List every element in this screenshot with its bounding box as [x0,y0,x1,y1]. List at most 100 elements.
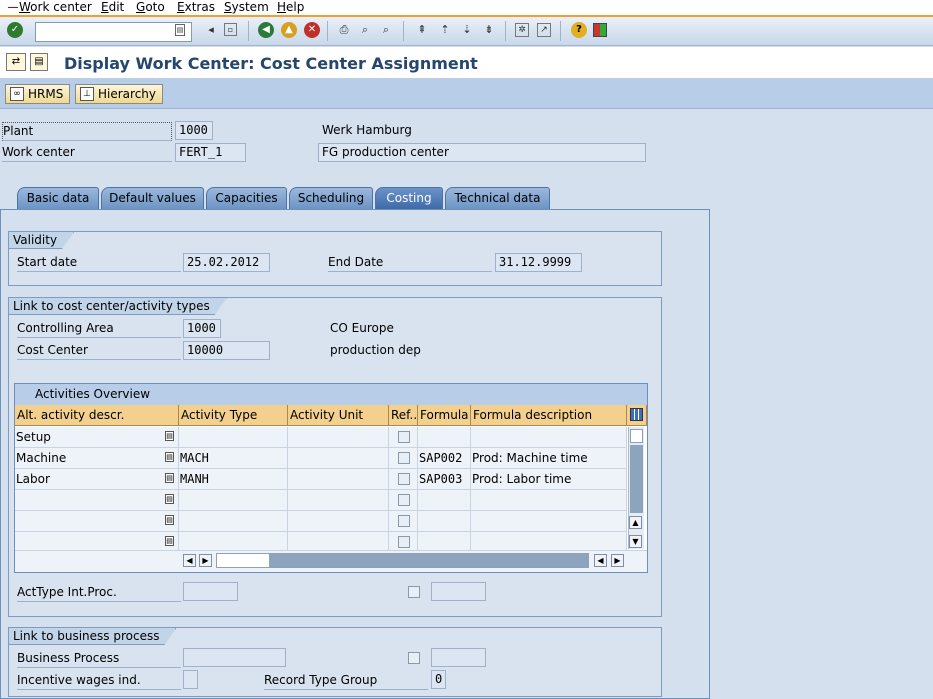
reference-checkbox[interactable] [398,452,410,464]
exit-icon[interactable]: ▲ [281,22,297,38]
scroll-right-end-icon[interactable]: ▶ [611,554,624,567]
reference-checkbox[interactable] [398,473,410,485]
cell-formula-description [471,511,627,532]
scroll-down-icon[interactable]: ▼ [629,535,642,548]
cell-formula-description: Prod: Labor time [471,469,627,490]
menu-dash-icon [8,7,18,8]
scroll-left-end-icon[interactable]: ◀ [594,554,607,567]
cell-activity-type: MANH [179,469,288,490]
cell-activity-type [179,427,288,448]
reference-checkbox[interactable] [398,494,410,506]
horizontal-scrollbar[interactable] [216,553,589,568]
business-process-checkbox[interactable] [408,652,420,664]
column-header-formula[interactable]: Formula ... [418,405,471,426]
menu-system[interactable]: System [224,0,269,15]
menu-help[interactable]: Help [277,0,304,15]
record-type-group-label: Record Type Group [264,672,428,690]
end-date-label: End Date [328,254,492,272]
tab-technical-data[interactable]: Technical data [445,187,550,209]
command-field[interactable] [35,22,192,42]
tab-default-values[interactable]: Default values [101,187,204,209]
column-header-activity-type[interactable]: Activity Type [179,405,288,426]
start-date-label: Start date [17,254,181,272]
cell-alt-activity[interactable] [15,490,179,511]
cell-activity-unit [288,427,389,448]
cell-formula-description [471,427,627,448]
tab-capacities[interactable]: Capacities [206,187,287,209]
menu-edit[interactable]: Edit [101,0,124,15]
reference-checkbox[interactable] [398,515,410,527]
tab-basic-data[interactable]: Basic data [17,187,99,209]
cell-alt-activity[interactable] [15,511,179,532]
acttype-checkbox[interactable] [408,586,420,598]
hierarchy-button[interactable]: ⊥ Hierarchy [75,84,164,104]
back-arrow-icon[interactable]: ◂ [203,22,219,38]
value-help-icon[interactable]: ▤ [165,515,174,525]
cell-formula [418,427,471,448]
business-process-label: Business Process [17,650,181,668]
table-vertical-scrollbar[interactable] [628,427,644,549]
previous-page-icon[interactable]: ⇡ [437,22,453,38]
menu-work-center[interactable]: Work center [19,0,92,15]
acttype-int-proc-label: ActType Int.Proc. [17,584,181,602]
help-icon[interactable]: ? [571,22,587,38]
cell-formula [418,490,471,511]
layout-menu-icon[interactable] [593,23,607,37]
value-help-icon[interactable]: ▤ [165,494,174,504]
cell-alt-activity[interactable]: Labor [15,469,179,490]
scroll-left-icon[interactable]: ◀ [183,554,196,567]
value-help-icon[interactable]: ▤ [165,431,174,441]
acttype-int-proc-field [183,582,238,601]
reference-checkbox[interactable] [398,536,410,548]
command-dropdown-icon[interactable]: ▤ [175,24,185,36]
enter-icon[interactable]: ✓ [7,22,23,38]
shortcut-icon[interactable]: ↗ [537,23,551,37]
save-icon[interactable]: ▫ [224,23,237,36]
tab-costing[interactable]: Costing [375,187,443,209]
cell-activity-unit [288,490,389,511]
menu-extras[interactable]: Extras [177,0,215,15]
new-session-icon[interactable]: ✲ [515,23,529,37]
value-help-icon[interactable]: ▤ [165,452,174,462]
find-icon[interactable]: ⌕ [357,22,373,38]
end-date-field: 31.12.9999 [495,253,582,272]
back-icon[interactable]: ◀ [258,22,274,38]
cost-center-description: production dep [330,343,421,357]
cancel-icon[interactable]: ✕ [304,22,320,38]
incentive-wages-field [183,670,198,689]
last-page-icon[interactable]: ⇟ [481,22,497,38]
column-header-reference[interactable]: Ref... [389,405,418,426]
cell-formula: SAP003 [418,469,471,490]
scroll-up-icon[interactable]: ▲ [629,516,642,529]
cell-alt-activity[interactable]: Setup [15,427,179,448]
find-next-icon[interactable]: ⌕ [378,22,394,38]
incentive-wages-label: Incentive wages ind. [17,672,181,690]
reference-checkbox[interactable] [398,431,410,443]
print-icon[interactable]: ⎙ [336,22,352,38]
column-header-alt-activity[interactable]: Alt. activity descr. [15,405,179,426]
cell-alt-activity[interactable]: Machine [15,448,179,469]
start-date-field: 25.02.2012 [183,253,270,272]
controlling-area-description: CO Europe [330,321,394,335]
hrms-button[interactable]: ∞ HRMS [5,84,71,104]
scroll-right-icon[interactable]: ▶ [199,554,212,567]
value-help-icon[interactable]: ▤ [165,536,174,546]
table-settings-icon[interactable] [627,405,647,426]
cell-formula: SAP002 [418,448,471,469]
other-object-icon[interactable]: ⇄ [6,53,26,71]
document-icon[interactable]: ▤ [30,53,48,71]
cost-center-group-title: Link to cost center/activity types [9,298,227,315]
work-center-label: Work center [2,144,172,162]
cell-activity-type: MACH [179,448,288,469]
next-page-icon[interactable]: ⇣ [459,22,475,38]
business-process-field [183,648,286,667]
scrollbar-thumb[interactable] [630,429,643,443]
first-page-icon[interactable]: ⇞ [414,22,430,38]
tab-scheduling[interactable]: Scheduling [289,187,373,209]
cell-formula [418,511,471,532]
hierarchy-icon: ⊥ [80,87,94,101]
column-header-formula-description[interactable]: Formula description [471,405,627,426]
column-header-activity-unit[interactable]: Activity Unit [288,405,389,426]
menu-goto[interactable]: Goto [136,0,165,15]
value-help-icon[interactable]: ▤ [165,473,174,483]
